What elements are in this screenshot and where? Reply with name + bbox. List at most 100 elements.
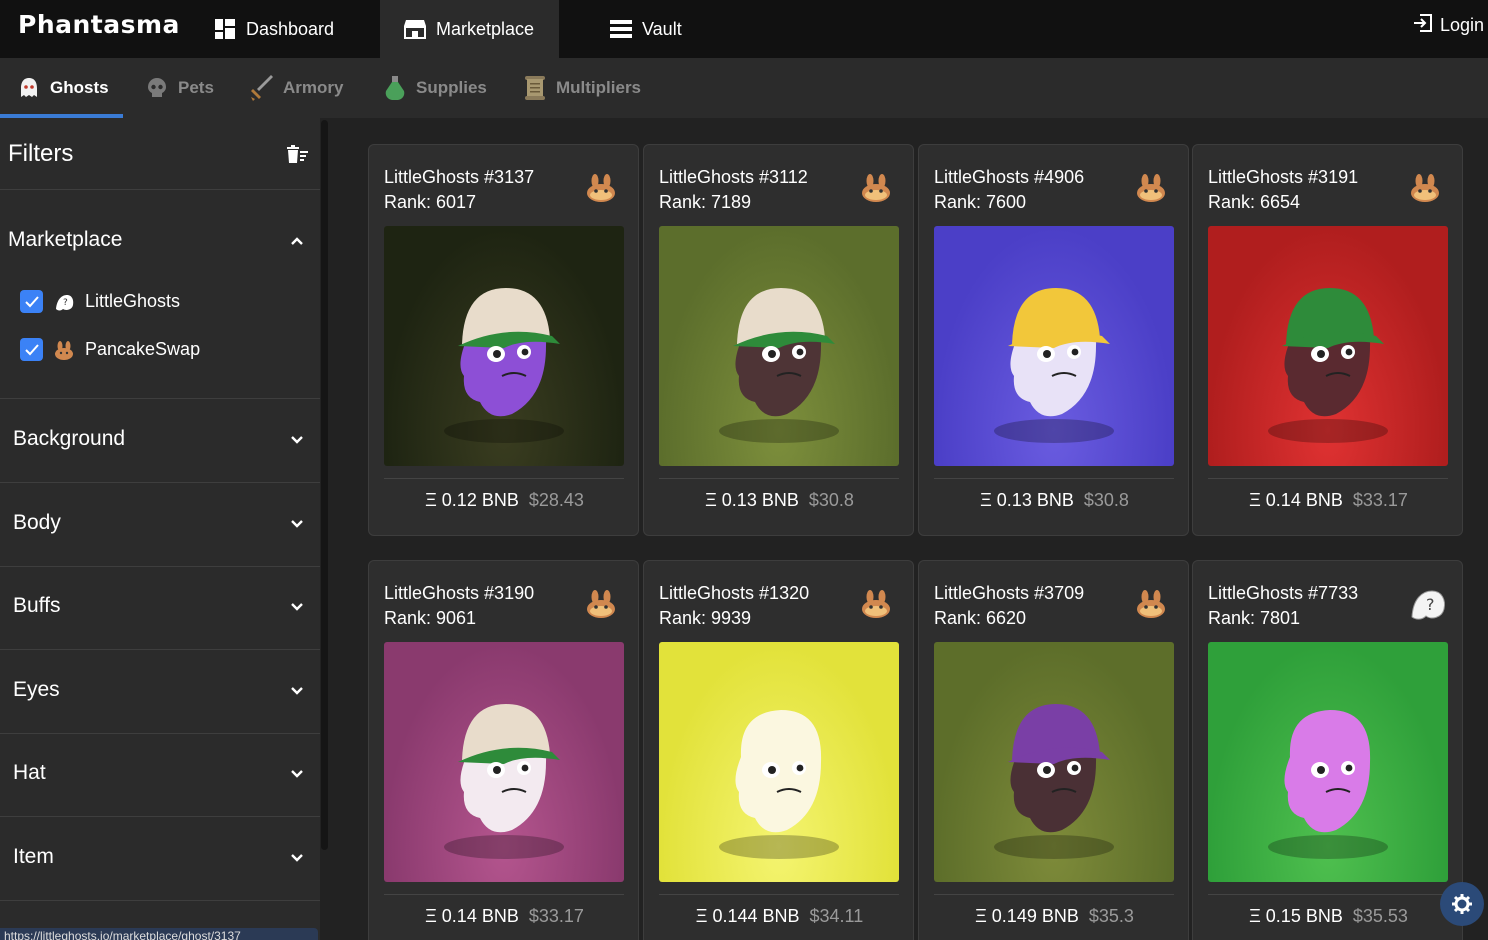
card-title: LittleGhosts #3191 Rank: 6654 <box>1208 165 1358 215</box>
filter-section-body-title[interactable]: Body <box>13 511 61 535</box>
nav-vault-label: Vault <box>642 18 682 39</box>
filter-section-item-title[interactable]: Item <box>13 845 54 869</box>
tab-pets-label: Pets <box>178 78 214 97</box>
filter-section-item[interactable]: Item <box>0 817 320 901</box>
price-usd: $35.3 <box>1088 906 1134 926</box>
card-rank: Rank: 7801 <box>1208 608 1301 628</box>
card-divider <box>384 478 624 479</box>
card-divider <box>1208 478 1448 479</box>
nav-dashboard[interactable]: Dashboard <box>190 0 358 58</box>
price-usd: $33.17 <box>1352 490 1408 510</box>
card-price: Ξ 0.14 BNB $33.17 <box>1193 490 1464 511</box>
chevron-down-icon[interactable] <box>290 684 304 698</box>
card-name: LittleGhosts #3190 <box>384 583 535 603</box>
filter-section-buffs[interactable]: Buffs <box>0 566 320 650</box>
ghost-card[interactable]: LittleGhosts #3190 Rank: 9061 Ξ 0.14 BNB $3… <box>368 560 639 940</box>
tab-armory[interactable]: Armory <box>249 58 343 118</box>
filter-option-pancakeswap[interactable]: PancakeSwap <box>20 338 200 361</box>
login-button[interactable]: Login <box>1412 0 1484 50</box>
card-rank: Rank: 7189 <box>659 192 752 212</box>
card-rank: Rank: 6017 <box>384 192 477 212</box>
potion-icon <box>382 75 408 101</box>
filter-section-background[interactable]: Background <box>0 399 320 483</box>
app-logo[interactable]: Phantasma <box>18 10 180 39</box>
settings-button[interactable] <box>1440 882 1484 926</box>
chevron-down-icon[interactable] <box>290 600 304 614</box>
login-icon <box>1412 12 1434 39</box>
price-bnb: Ξ 0.14 BNB <box>425 906 519 926</box>
clear-filters-icon[interactable] <box>286 144 308 169</box>
filter-section-buffs-title[interactable]: Buffs <box>13 594 60 618</box>
store-icon <box>404 18 426 40</box>
filter-option-littleghosts-label: LittleGhosts <box>85 291 181 311</box>
ghost-card[interactable]: LittleGhosts #3112 Rank: 7189 Ξ 0.13 BNB $3… <box>643 144 914 536</box>
filter-section-hat[interactable]: Hat <box>0 733 320 817</box>
ghost-card[interactable]: LittleGhosts #3191 Rank: 6654 Ξ 0.14 BNB $3… <box>1192 144 1463 536</box>
card-price: Ξ 0.13 BNB $30.8 <box>644 490 915 511</box>
top-nav: Phantasma Dashboard Marketplace Vault Lo… <box>0 0 1488 58</box>
ghost-image[interactable] <box>934 642 1174 882</box>
filter-section-background-title[interactable]: Background <box>13 427 125 451</box>
tab-multipliers[interactable]: Multipliers <box>522 58 641 118</box>
littleghosts-icon: ? <box>1408 587 1445 621</box>
pancakeswap-icon <box>1408 171 1442 205</box>
filter-section-hat-title[interactable]: Hat <box>13 761 46 785</box>
tab-ghosts[interactable]: Ghosts <box>0 58 123 118</box>
checkbox-littleghosts[interactable] <box>20 290 43 313</box>
card-price: Ξ 0.15 BNB $35.53 <box>1193 906 1464 927</box>
price-usd: $34.11 <box>809 906 864 926</box>
nav-vault[interactable]: Vault <box>586 0 706 58</box>
filter-section-eyes-title[interactable]: Eyes <box>13 678 60 702</box>
card-divider <box>384 894 624 895</box>
ghost-image[interactable] <box>1208 226 1448 466</box>
ghost-card[interactable]: LittleGhosts #3709 Rank: 6620 Ξ 0.149 BNB $… <box>918 560 1189 940</box>
filter-section-body[interactable]: Body <box>0 483 320 567</box>
filter-section-eyes[interactable]: Eyes <box>0 650 320 734</box>
card-divider <box>659 478 899 479</box>
card-name: LittleGhosts #3137 <box>384 167 535 187</box>
ghost-image[interactable] <box>659 642 899 882</box>
ghost-image[interactable] <box>384 226 624 466</box>
card-name: LittleGhosts #7733 <box>1208 583 1359 603</box>
card-divider <box>934 894 1174 895</box>
tab-supplies[interactable]: Supplies <box>382 58 487 118</box>
price-bnb: Ξ 0.13 BNB <box>980 490 1074 510</box>
ghost-image[interactable] <box>659 226 899 466</box>
card-price: Ξ 0.12 BNB $28.43 <box>369 490 640 511</box>
chevron-down-icon[interactable] <box>290 767 304 781</box>
category-tabs: Ghosts Pets Armory Supplies Multipliers <box>0 58 1488 118</box>
checkbox-pancakeswap[interactable] <box>20 338 43 361</box>
price-usd: $30.8 <box>1083 490 1129 510</box>
chevron-up-icon[interactable] <box>290 234 304 248</box>
scroll-icon <box>522 75 548 101</box>
card-price: Ξ 0.149 BNB $35.3 <box>919 906 1190 927</box>
chevron-down-icon[interactable] <box>290 433 304 447</box>
card-rank: Rank: 9939 <box>659 608 752 628</box>
chevron-down-icon[interactable] <box>290 517 304 531</box>
card-price: Ξ 0.13 BNB $30.8 <box>919 490 1190 511</box>
card-title: LittleGhosts #3190 Rank: 9061 <box>384 581 534 631</box>
pancakeswap-icon <box>584 587 618 621</box>
ghost-card[interactable]: LittleGhosts #7733 Rank: 7801? Ξ 0.15 BNB $… <box>1192 560 1463 940</box>
card-divider <box>1208 894 1448 895</box>
chevron-down-icon[interactable] <box>290 851 304 865</box>
ghost-image[interactable] <box>1208 642 1448 882</box>
sidebar-scrollbar-thumb[interactable] <box>321 120 328 850</box>
tab-pets[interactable]: Pets <box>144 58 214 118</box>
gear-icon <box>1451 893 1473 915</box>
card-divider <box>934 478 1174 479</box>
pancakeswap-icon <box>53 340 75 360</box>
card-name: LittleGhosts #3709 <box>934 583 1085 603</box>
ghost-image[interactable] <box>934 226 1174 466</box>
nav-marketplace[interactable]: Marketplace <box>380 0 559 58</box>
sidebar-scrollbar[interactable] <box>320 118 331 940</box>
price-usd: $28.43 <box>528 490 584 510</box>
ghost-card[interactable]: LittleGhosts #4906 Rank: 7600 Ξ 0.13 BNB $3… <box>918 144 1189 536</box>
pancakeswap-icon <box>584 171 618 205</box>
ghost-card[interactable]: LittleGhosts #3137 Rank: 6017 Ξ 0.12 BNB $2… <box>368 144 639 536</box>
price-usd: $35.53 <box>1352 906 1408 926</box>
ghost-image[interactable] <box>384 642 624 882</box>
filter-section-marketplace-title[interactable]: Marketplace <box>8 228 122 252</box>
filter-option-littleghosts[interactable]: ? LittleGhosts <box>20 290 180 313</box>
ghost-card[interactable]: LittleGhosts #1320 Rank: 9939 Ξ 0.144 BNB $… <box>643 560 914 940</box>
